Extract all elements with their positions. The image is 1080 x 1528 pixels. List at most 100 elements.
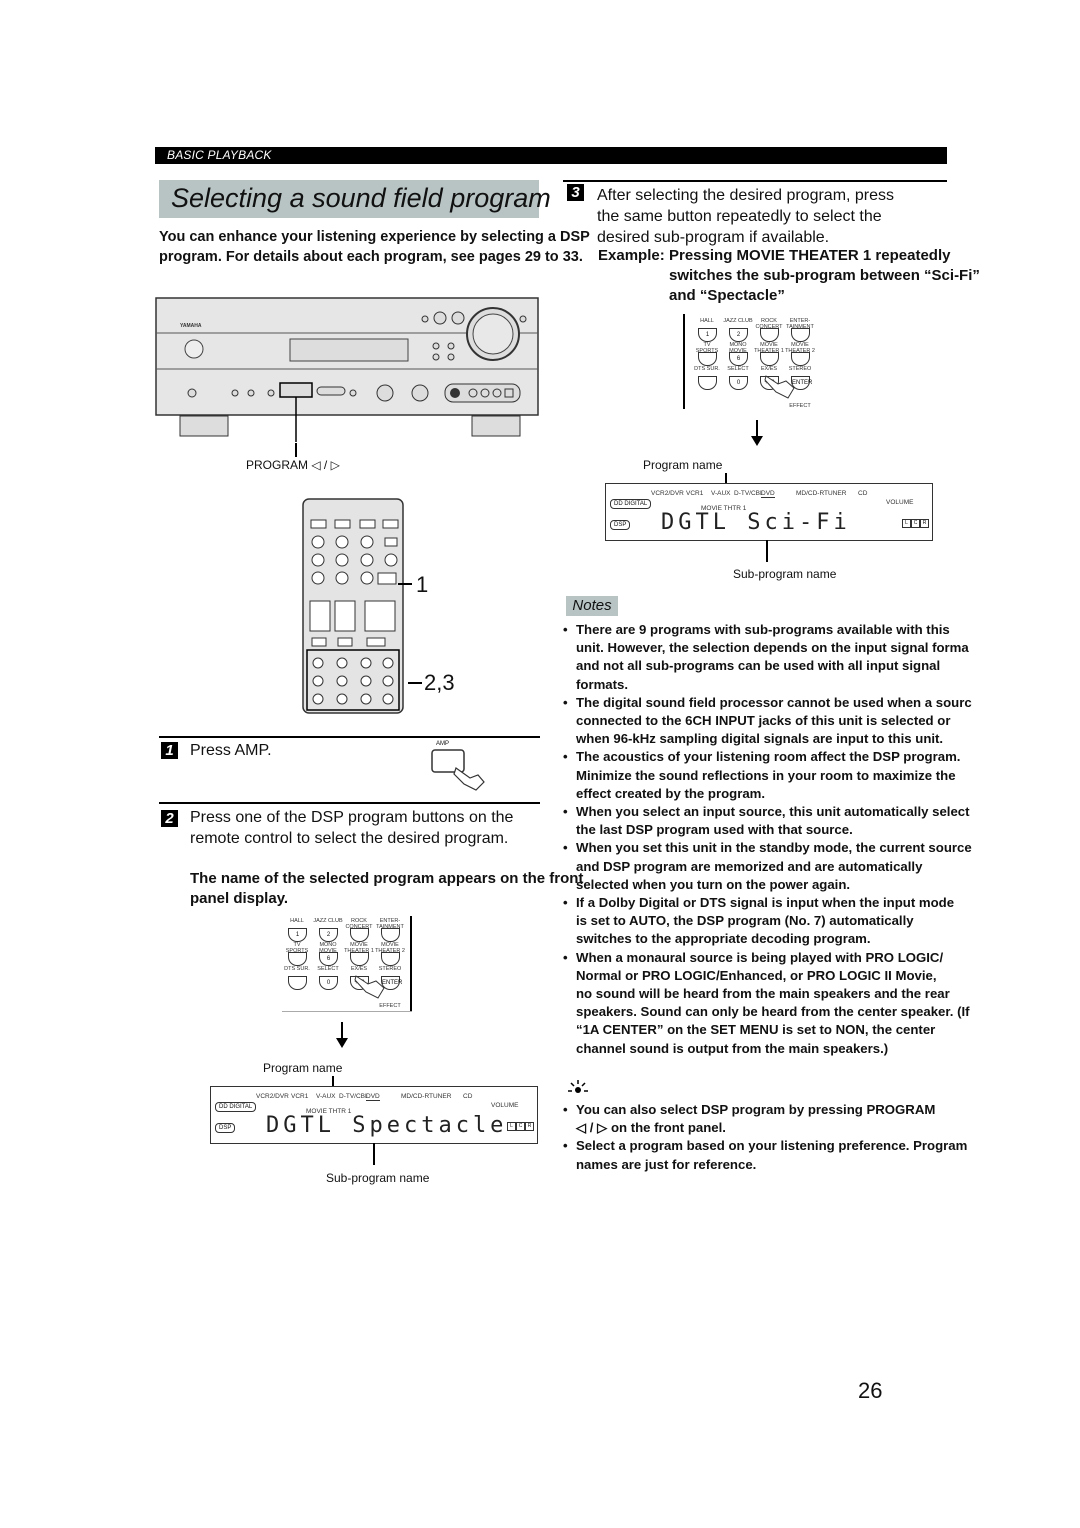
amp-button-press-illustration — [431, 749, 485, 791]
callout-line-1 — [398, 583, 412, 585]
list-item-line: formats. — [576, 676, 629, 692]
brand-logo: YAMAHA — [180, 323, 202, 329]
volume-indicator: VOLUME — [886, 499, 914, 506]
volume-indicator: VOLUME — [491, 1102, 519, 1109]
list-item: When you select an input source, this un… — [563, 803, 1013, 839]
dsp-program-button[interactable]: 0 — [729, 376, 748, 390]
page-number: 26 — [858, 1378, 883, 1403]
hand-pointer-icon — [453, 767, 485, 791]
receiver-illustration: YAMAHA — [155, 297, 539, 442]
step-1-text: Press AMP. — [190, 742, 272, 759]
input-source-indicator: V-AUX — [316, 1093, 336, 1100]
dsp-program-button[interactable]: 6 — [729, 352, 748, 366]
list-item-line: and not all sub-programs can be used wit… — [576, 658, 941, 674]
input-source-indicator: TUNER — [429, 1093, 452, 1100]
grid-divider — [282, 1011, 412, 1012]
list-item: When you set this unit in the standby mo… — [563, 839, 1013, 894]
step-divider — [159, 736, 540, 738]
list-item-line: effect created by the program. — [576, 785, 766, 801]
dsp-program-button[interactable] — [760, 352, 779, 366]
speaker-channel-indicator: R — [920, 519, 929, 528]
dsp-button-label: DTS SUR. — [284, 966, 310, 972]
dsp-program-button[interactable] — [791, 328, 810, 342]
callout-line — [295, 443, 297, 457]
input-source-indicator: VCR1 — [291, 1093, 309, 1100]
list-item-line: There are 9 programs with sub-programs a… — [576, 622, 950, 637]
example-label: Example: — [598, 247, 665, 264]
list-item-line: unit. However, the selection depends on … — [576, 640, 969, 656]
callout-1: 1 — [416, 572, 429, 597]
list-item: You can also select DSP program by press… — [563, 1101, 1013, 1137]
intro-text: You can enhance your listening experienc… — [159, 229, 590, 265]
input-source-indicator: DVD — [761, 490, 775, 498]
dsp-program-button[interactable]: 1 — [698, 328, 717, 342]
dolby-digital-indicator: DD DIGITAL — [215, 1102, 257, 1112]
arrow-head — [751, 436, 763, 446]
step-number-3: 3 — [567, 184, 584, 201]
tip-lightbulb-icon — [568, 1080, 588, 1093]
dsp-indicator: DSP — [215, 1123, 236, 1133]
hand-pointer-icon — [764, 375, 795, 399]
list-item-line: Normal or PRO LOGIC/Enhanced, or PRO LOG… — [576, 967, 937, 983]
dsp-program-button[interactable] — [350, 928, 369, 942]
step-2-text: Press one of the DSP program buttons on … — [190, 809, 514, 847]
speaker-channel-indicator: L — [507, 1122, 516, 1131]
list-item-line: when 96-kHz sampling digital signals are… — [576, 731, 944, 747]
list-item: If a Dolby Digital or DTS signal is inpu… — [563, 894, 1013, 949]
dsp-program-button[interactable] — [791, 352, 810, 366]
dsp-program-button[interactable]: 2 — [729, 328, 748, 342]
amp-button-label: AMP — [436, 741, 450, 747]
list-item: When a monaural source is being played w… — [563, 949, 1013, 1058]
list-item-line: ◁ / ▷ on the front panel. — [576, 1120, 726, 1136]
input-source-indicator: D-TV/CBL — [734, 490, 764, 497]
dsp-button-label: SELECT — [727, 366, 749, 372]
step-number-1: 1 — [161, 742, 178, 759]
sub-program-name-label: Sub-program name — [326, 1171, 430, 1185]
list-item-line: When a monaural source is being played w… — [576, 949, 944, 965]
dsp-program-button[interactable] — [760, 328, 779, 342]
front-panel-display-spectacle: VCR2/DVR VCR1 V-AUX D-TV/CBL DVD MD/CD-R TUNER… — [210, 1086, 538, 1144]
dsp-program-button[interactable] — [381, 952, 400, 966]
dsp-button-label: DTS SUR. — [694, 366, 720, 372]
dsp-button-grid: HALL 1 JAZZ CLUB 2 ROCK CONCERT ENTER-TAINMEN… — [282, 918, 412, 1013]
page-title: Selecting a sound field program — [171, 183, 551, 213]
dsp-program-button[interactable]: 0 — [319, 976, 338, 990]
step-divider — [159, 802, 540, 804]
dsp-indicator: DSP — [610, 520, 631, 530]
sub-program-name-label: Sub-program name — [733, 567, 837, 581]
list-item-line: Minimize the sound reflections in your r… — [576, 767, 956, 783]
dsp-program-button[interactable] — [698, 352, 717, 366]
step-number-2: 2 — [161, 810, 178, 827]
callout-2-3: 2,3 — [424, 670, 455, 695]
hand-pointer-icon — [354, 975, 385, 999]
section-header-bar: BASIC PLAYBACK — [155, 147, 947, 164]
dsp-program-button[interactable] — [381, 928, 400, 942]
input-source-indicator: V-AUX — [711, 490, 731, 497]
list-item-line: When you set this unit in the standby mo… — [576, 840, 972, 856]
dsp-button-label: HALL — [290, 918, 304, 924]
remote-control-illustration — [302, 498, 404, 714]
speaker-channel-indicator: C — [911, 519, 920, 528]
dsp-program-button[interactable] — [288, 952, 307, 966]
list-item: The acoustics of your listening room aff… — [563, 748, 1013, 803]
list-item-line: The acoustics of your listening room aff… — [576, 749, 961, 765]
speaker-channel-indicator: C — [516, 1122, 525, 1131]
program-name-label: Program name — [643, 458, 723, 472]
list-item-line: Select a program based on your listening… — [576, 1138, 968, 1154]
sub-program-name-text: DGTL Spectacle — [266, 1113, 508, 1138]
step-3-text: After selecting the desired program, pre… — [597, 187, 895, 246]
speaker-channel-indicator: R — [525, 1122, 534, 1131]
input-source-indicator: CD — [858, 490, 868, 497]
list-item-line: names are just for reference. — [576, 1156, 757, 1172]
list-item-line: selected when you turn on the power agai… — [576, 876, 851, 892]
dsp-program-button[interactable] — [288, 976, 307, 990]
input-source-indicator: VCR1 — [686, 490, 704, 497]
dsp-program-button[interactable]: 6 — [319, 952, 338, 966]
grid-edge-line — [683, 314, 685, 409]
dsp-program-button[interactable] — [350, 952, 369, 966]
dsp-program-button[interactable]: 2 — [319, 928, 338, 942]
program-button-label: PROGRAM ◁ / ▷ — [246, 458, 340, 472]
dsp-program-button[interactable]: 1 — [288, 928, 307, 942]
dsp-program-button[interactable] — [698, 376, 717, 390]
list-item-line: “1A CENTER” on the SET MENU is set to NO… — [576, 1022, 936, 1038]
